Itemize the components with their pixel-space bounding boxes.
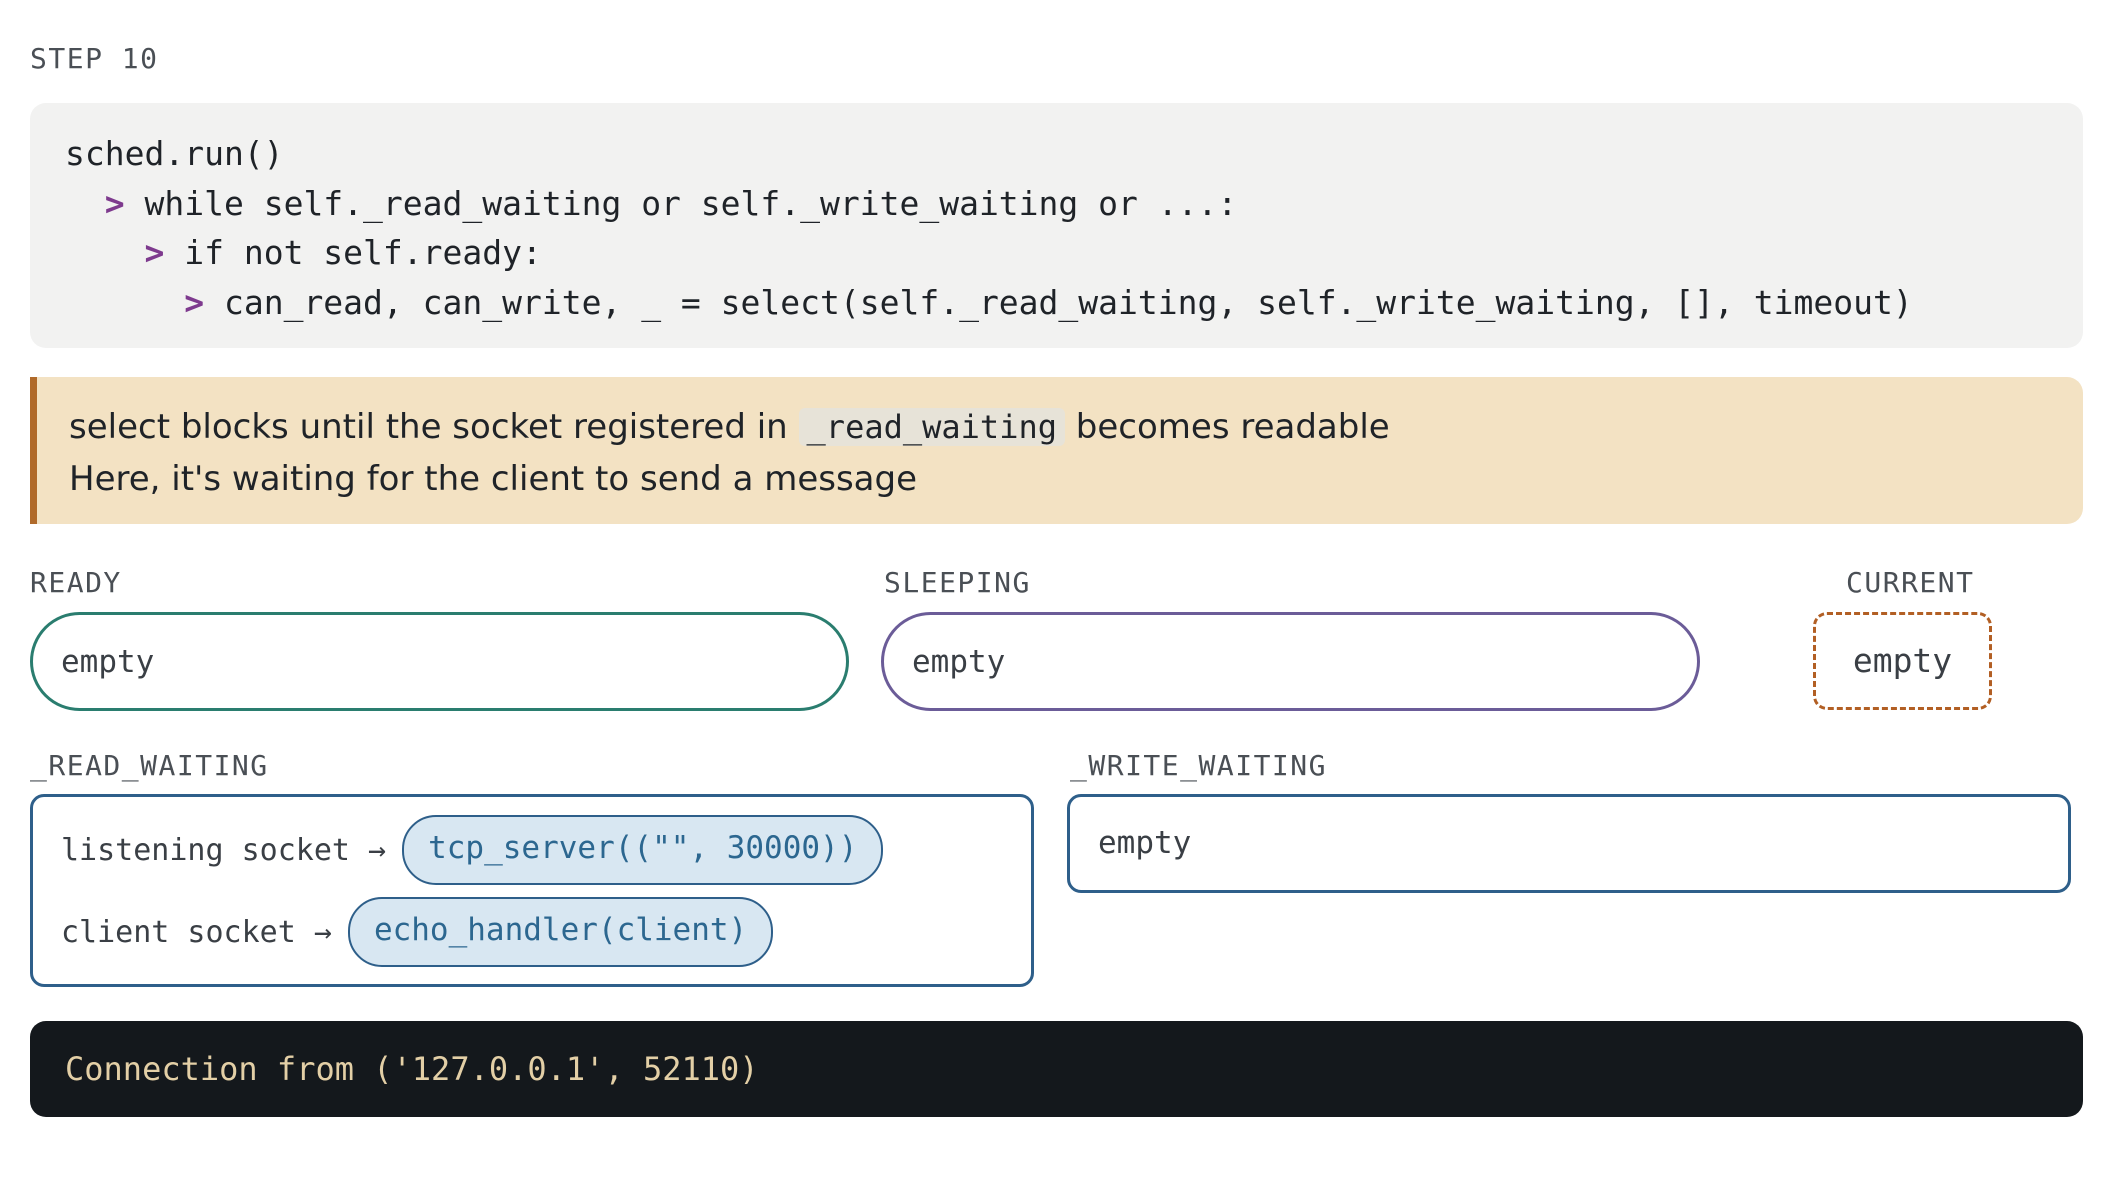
- read-waiting-label: _READ_WAITING: [30, 749, 269, 782]
- caret-arrow-icon: >: [104, 183, 125, 223]
- socket-label: client socket →: [61, 914, 332, 950]
- inline-code: _read_waiting: [798, 408, 1065, 446]
- caret-arrow-icon: >: [184, 282, 205, 322]
- code-line: > can_read, can_write, _ = select(self._…: [65, 278, 2083, 328]
- caret-arrow-icon: >: [144, 233, 165, 272]
- task-pill: echo_handler(client): [347, 897, 774, 967]
- code-text: sched.run(): [65, 134, 284, 173]
- read-waiting-box: listening socket → tcp_server(("", 30000)…: [30, 794, 1034, 987]
- step-label: STEP 10: [30, 42, 159, 75]
- note-line-1: select blocks until the socket registere…: [69, 407, 1390, 447]
- socket-label: listening socket →: [61, 832, 387, 868]
- write-waiting-label: _WRITE_WAITING: [1070, 749, 1328, 782]
- code-line: > while self._read_waiting or self._writ…: [65, 179, 2083, 229]
- code-text: can_read, can_write, _ = select(self._re…: [223, 282, 1913, 322]
- explanation-note: select blocks until the socket registere…: [30, 377, 2083, 524]
- console-output: Connection from ('127.0.0.1', 52110): [30, 1021, 2083, 1117]
- task-pill: tcp_server(("", 30000)): [402, 815, 884, 885]
- code-text: if not self.ready:: [184, 233, 542, 272]
- code-line: sched.run(): [65, 129, 2083, 179]
- sleeping-label: SLEEPING: [884, 566, 1031, 599]
- current-task: empty: [1813, 612, 1992, 710]
- code-block: sched.run() > while self._read_waiting o…: [30, 103, 2083, 348]
- ready-queue: empty: [30, 612, 849, 711]
- read-waiting-entry: client socket → echo_handler(client): [61, 897, 774, 967]
- read-waiting-entry: listening socket → tcp_server(("", 30000)…: [61, 815, 884, 885]
- sleeping-queue: empty: [881, 612, 1700, 711]
- note-line-2: Here, it's waiting for the client to sen…: [69, 459, 918, 499]
- code-line: > if not self.ready:: [65, 228, 2083, 278]
- current-label: CURRENT: [1846, 566, 1975, 599]
- code-text: while self._read_waiting or self._write_…: [144, 183, 1238, 223]
- ready-label: READY: [30, 566, 122, 599]
- write-waiting-box: empty: [1067, 794, 2071, 893]
